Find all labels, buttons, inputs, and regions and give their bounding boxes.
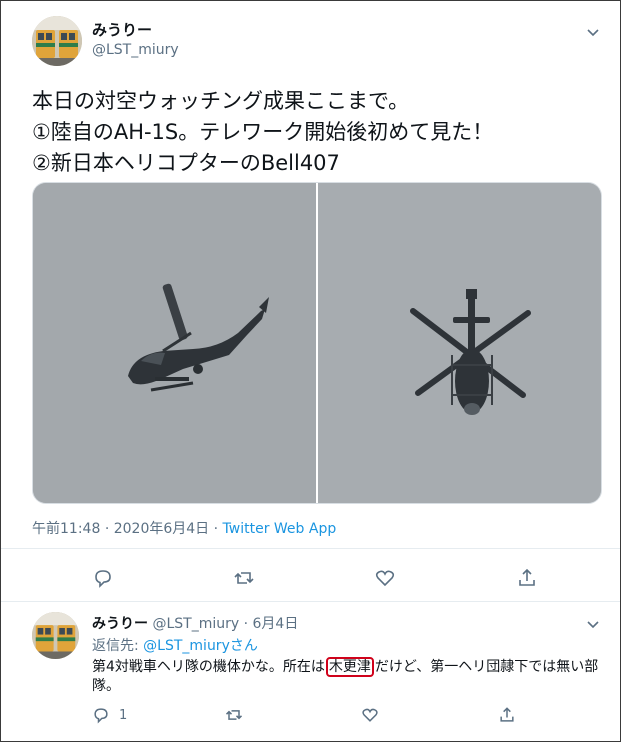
tweet-timestamp[interactable]: 午前11:48 · 2020年6月4日 · Twitter Web App [32,518,336,538]
tweet-time[interactable]: 午前11:48 [32,521,100,537]
chevron-down-icon[interactable] [585,24,601,40]
reply-tweet: みうりー @LST_miury · 6月4日 返信先: @LST_miuryさん… [1,602,620,741]
separator: · [213,521,219,537]
mention-link[interactable]: @LST_miury [143,638,230,654]
replying-to-label: 返信先: [92,638,139,654]
tweet-text: 本日の対空ウォッチング成果ここまで。 ①陸自のAH-1S。テレワーク開始後初めて… [32,86,602,179]
reply-icon[interactable] [91,705,111,725]
source-app-link[interactable]: Twitter Web App [223,521,337,537]
highlighted-place: 木更津 [325,657,374,677]
like-icon[interactable] [360,705,380,725]
separator: · [243,616,249,632]
share-icon[interactable] [497,705,517,725]
photo-bell407[interactable] [318,183,601,503]
media-grid [32,182,602,504]
share-icon[interactable] [515,566,539,590]
tweet-text-line: 本日の対空ウォッチング成果ここまで。 [32,89,410,113]
avatar[interactable] [32,612,79,659]
tweet-text-line: ①陸自のAH-1S。テレワーク開始後初めて見た！ [32,120,494,144]
chevron-down-icon[interactable] [585,616,601,632]
user-handle[interactable]: @LST_miury [152,616,239,632]
tweet-text-line: ②新日本ヘリコプターのBell407 [32,151,340,175]
display-name[interactable]: みうりー [92,19,152,40]
reply-header: みうりー @LST_miury · 6月4日 [92,613,298,633]
replying-to: 返信先: @LST_miuryさん [92,635,258,655]
main-tweet: みうりー @LST_miury 本日の対空ウォッチング成果ここまで。 ①陸自のA… [1,1,620,601]
photo-ah1s[interactable] [33,183,316,503]
retweet-icon[interactable] [224,705,244,725]
user-handle[interactable]: @LST_miury [92,42,179,58]
reply-icon[interactable] [91,566,115,590]
divider [1,548,620,549]
tweet-date[interactable]: 2020年6月4日 [114,521,209,537]
reply-text-start: 第4対戦車ヘリ隊の機体かな。所在は [92,659,325,675]
display-name[interactable]: みうりー [92,616,148,632]
like-icon[interactable] [373,566,397,590]
mention-suffix: さん [229,638,258,654]
reply-date[interactable]: 6月4日 [253,616,299,632]
avatar[interactable] [32,16,82,66]
window-frame: みうりー @LST_miury 本日の対空ウォッチング成果ここまで。 ①陸自のA… [0,0,621,742]
reply-text: 第4対戦車ヘリ隊の機体かな。所在は 木更津 だけど、第一ヘリ団隷下では無い部隊。 [92,657,612,696]
retweet-icon[interactable] [232,566,256,590]
reply-count: 1 [119,708,128,723]
